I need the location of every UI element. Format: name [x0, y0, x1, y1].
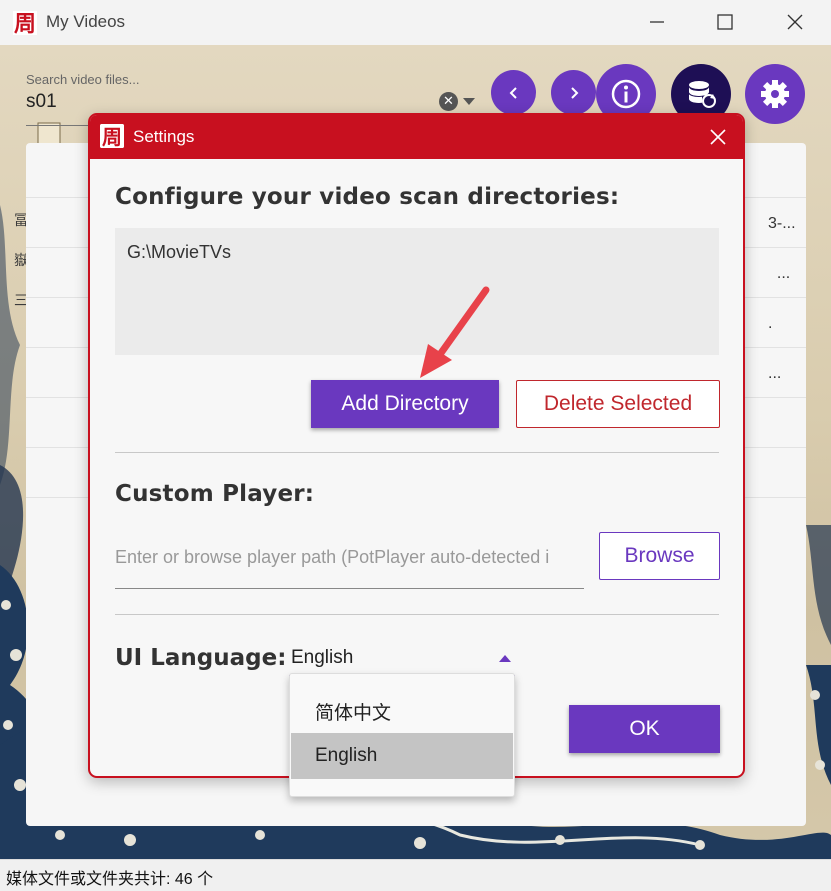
forward-button[interactable] — [551, 70, 596, 115]
close-dialog-icon[interactable] — [708, 127, 728, 147]
status-bar: 媒体文件或文件夹共计: 46 个 — [0, 859, 831, 891]
chevron-right-icon — [570, 86, 578, 99]
language-option-en[interactable]: English — [291, 733, 513, 779]
dialog-logo-icon: 周 — [100, 124, 124, 148]
ui-language-value: English — [291, 647, 354, 668]
custom-player-heading: Custom Player: — [115, 481, 315, 507]
svg-text:周: 周 — [102, 125, 122, 148]
section-divider — [115, 452, 719, 453]
list-item-text[interactable]: ... — [768, 265, 790, 283]
caret-up-icon — [499, 655, 511, 662]
section-divider — [115, 614, 719, 615]
settings-dialog: 周 Settings Configure your video scan dir… — [88, 113, 745, 797]
close-window-icon[interactable] — [780, 8, 810, 36]
back-button[interactable] — [491, 70, 536, 115]
scan-directories-heading: Configure your video scan directories: — [115, 184, 620, 210]
info-icon — [611, 79, 641, 109]
dialog-title-bar: 周 Settings — [90, 115, 743, 159]
directory-item[interactable]: G:\MovieTVs — [127, 242, 231, 263]
add-directory-button[interactable]: Add Directory — [311, 380, 499, 428]
settings-button[interactable] — [745, 64, 805, 124]
ok-button[interactable]: OK — [569, 705, 720, 753]
search-input[interactable]: s01 — [26, 91, 446, 113]
player-path-placeholder: Enter or browse player path (PotPlayer a… — [115, 547, 550, 567]
dialog-title: Settings — [133, 127, 195, 146]
directory-list[interactable]: G:\MovieTVs — [115, 228, 719, 355]
title-bar: 周 My Videos — [0, 0, 831, 45]
window-title: My Videos — [46, 12, 126, 31]
player-path-input[interactable]: Enter or browse player path (PotPlayer a… — [115, 535, 584, 589]
list-item-text[interactable]: . — [768, 315, 772, 333]
ui-language-label: UI Language: — [115, 645, 287, 671]
search-history-dropdown-icon[interactable] — [463, 98, 475, 105]
delete-selected-button[interactable]: Delete Selected — [516, 380, 720, 428]
chevron-left-icon — [509, 86, 517, 99]
minimize-icon[interactable] — [642, 8, 672, 36]
database-refresh-icon — [689, 81, 716, 108]
maximize-icon[interactable] — [710, 8, 740, 36]
search-label: Search video files... — [26, 72, 140, 87]
list-item-text[interactable]: 3-... — [768, 215, 796, 233]
gear-icon — [761, 80, 789, 108]
language-dropdown-menu: 简体中文 English — [289, 673, 515, 797]
status-text: 媒体文件或文件夹共计: 46 个 — [6, 871, 214, 888]
app-logo-icon: 周 — [13, 11, 37, 36]
browse-button[interactable]: Browse — [599, 532, 720, 580]
clear-search-icon[interactable]: ✕ — [439, 92, 458, 111]
language-option-zh[interactable]: 简体中文 — [291, 686, 513, 732]
list-item-text[interactable]: ... — [768, 365, 781, 383]
svg-text:周: 周 — [14, 12, 36, 36]
